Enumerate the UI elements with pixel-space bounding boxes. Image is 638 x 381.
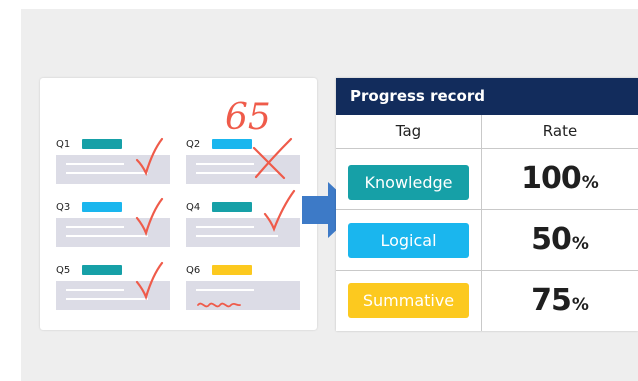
progress-record-table: Progress record Tag Rate Knowledge 100% … — [336, 78, 638, 331]
tag-chip-knowledge: Knowledge — [348, 165, 469, 200]
rate-number: 50 — [531, 222, 572, 257]
rate-unit: % — [571, 295, 589, 315]
check-mark-icon — [135, 137, 164, 176]
check-mark-icon — [135, 197, 164, 236]
squiggle-mark-icon — [197, 302, 241, 308]
check-mark-icon — [135, 261, 164, 300]
rate-unit: % — [571, 234, 589, 254]
question-tag — [212, 139, 252, 149]
question-label: Q2 — [186, 139, 201, 150]
question-tag — [212, 265, 252, 275]
question-tag — [212, 202, 252, 212]
column-header-tag: Tag — [395, 122, 422, 140]
question-tag — [82, 265, 122, 275]
question-tag — [82, 202, 122, 212]
rate-value: 75% — [482, 271, 638, 335]
cross-mark-icon — [252, 137, 293, 180]
column-header-rate: Rate — [542, 122, 578, 140]
rate-value: 100% — [482, 149, 638, 213]
table-header: Progress record — [336, 78, 638, 115]
question-label: Q3 — [56, 202, 71, 213]
rate-number: 75 — [531, 283, 572, 318]
tag-chip-summative: Summative — [348, 283, 469, 318]
score-handwritten: 65 — [225, 97, 271, 138]
tag-chip-logical: Logical — [348, 223, 469, 258]
question-label: Q6 — [186, 265, 201, 276]
rate-number: 100 — [521, 161, 582, 196]
check-mark-icon — [263, 189, 296, 232]
question-label: Q5 — [56, 265, 71, 276]
question-tag — [82, 139, 122, 149]
question-label: Q1 — [56, 139, 71, 150]
question-label: Q4 — [186, 202, 201, 213]
rate-unit: % — [581, 173, 599, 193]
table-title: Progress record — [350, 87, 485, 105]
rate-value: 50% — [482, 210, 638, 274]
